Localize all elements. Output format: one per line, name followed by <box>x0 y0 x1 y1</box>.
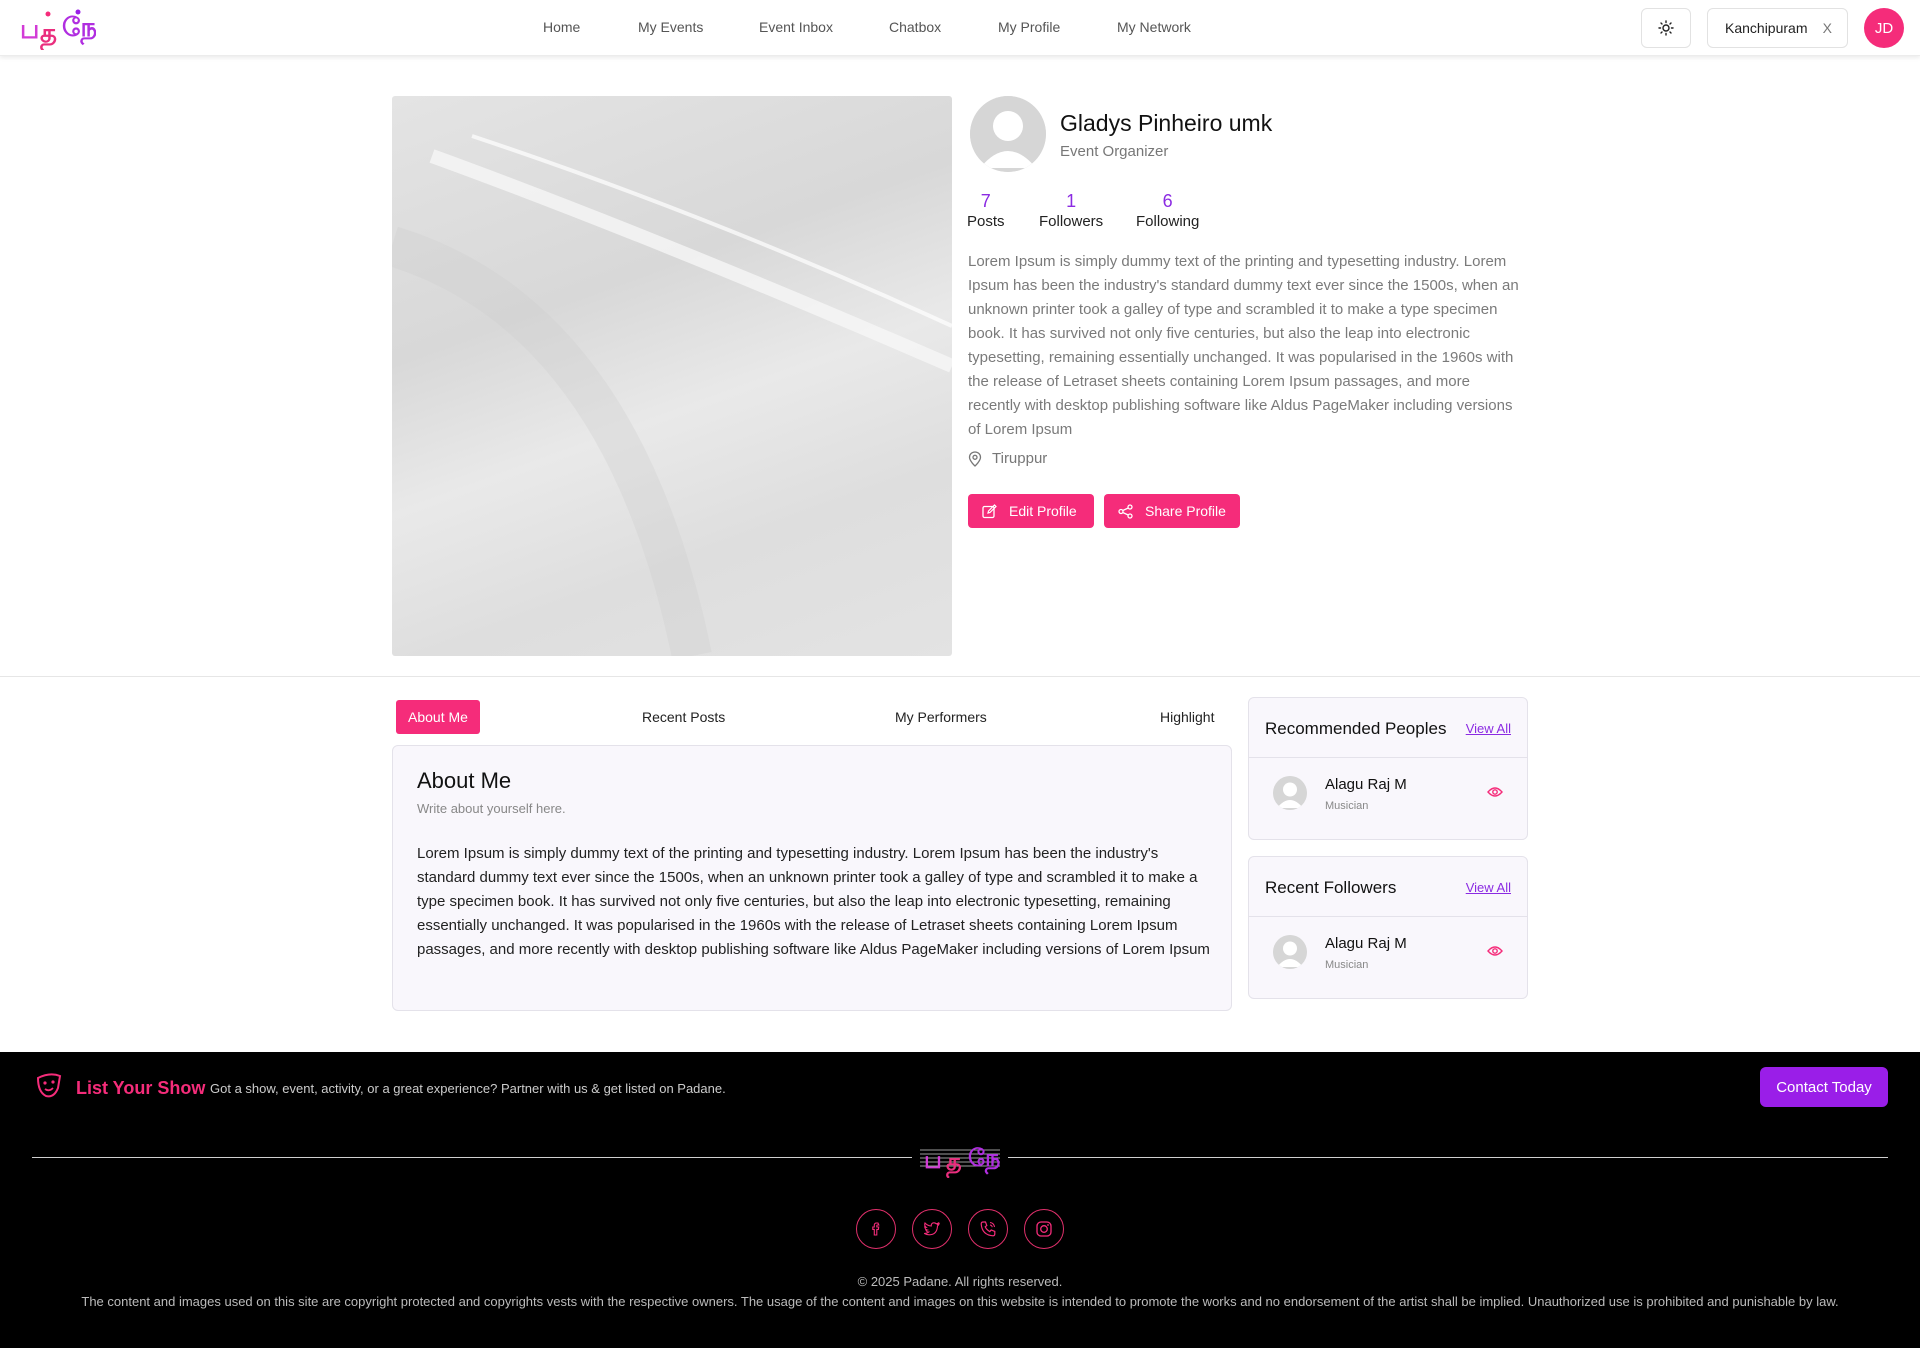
profile-location: Tiruppur <box>968 450 1047 467</box>
main-nav: Home My Events Event Inbox Chatbox My Pr… <box>0 0 1920 56</box>
person-role: Musician <box>1325 959 1369 971</box>
cover-image-art <box>392 134 952 656</box>
disclaimer-text: The content and images used on this site… <box>81 1294 1839 1309</box>
phone-link[interactable] <box>968 1209 1008 1249</box>
tab-about-me[interactable]: About Me <box>396 700 480 734</box>
nav-home[interactable]: Home <box>543 19 580 35</box>
svg-text:ப: ப <box>924 1146 942 1174</box>
profile-avatar <box>970 96 1046 172</box>
profile-role: Event Organizer <box>1060 143 1169 160</box>
phone-icon <box>980 1221 996 1237</box>
list-item[interactable]: Alagu Raj M Musician <box>1249 758 1527 838</box>
followers-view-all-link[interactable]: View All <box>1466 880 1511 895</box>
city-selector[interactable]: Kanchipuram X <box>1707 8 1848 48</box>
location-pin-icon <box>968 450 982 467</box>
profile-cover-image <box>392 96 952 656</box>
avatar <box>1273 776 1307 810</box>
copyright-text: © 2025 Padane. All rights reserved. <box>857 1274 1063 1289</box>
nav-chatbox[interactable]: Chatbox <box>889 19 941 35</box>
share-icon <box>1118 503 1133 519</box>
edit-profile-button[interactable]: Edit Profile <box>968 494 1094 528</box>
edit-icon <box>982 503 997 518</box>
person-role: Musician <box>1325 800 1369 812</box>
share-profile-label: Share Profile <box>1145 503 1226 519</box>
city-label: Kanchipuram <box>1725 20 1808 36</box>
svg-text:நே: நே <box>968 1144 1000 1175</box>
recommended-peoples-card: Recommended Peoples View All Alagu Raj M… <box>1248 697 1528 840</box>
about-subtitle: Write about yourself here. <box>417 801 566 816</box>
about-me-card: About Me Write about yourself here. Lore… <box>392 745 1232 1011</box>
footer-divider-left <box>32 1157 912 1158</box>
user-avatar-button[interactable]: JD <box>1864 8 1904 48</box>
instagram-icon <box>1036 1221 1052 1237</box>
recommended-title: Recommended Peoples <box>1265 719 1447 738</box>
tab-recent-posts[interactable]: Recent Posts <box>630 700 737 734</box>
top-navbar: ப த நே Home My Events Event Inbox Chatbo… <box>0 0 1920 56</box>
theater-masks-icon <box>36 1073 62 1098</box>
stat-posts-label: Posts <box>967 213 1005 230</box>
tab-highlight[interactable]: Highlight <box>1148 700 1226 734</box>
stat-following-value: 6 <box>1162 191 1173 211</box>
instagram-link[interactable] <box>1024 1209 1064 1249</box>
list-item[interactable]: Alagu Raj M Musician <box>1249 917 1527 997</box>
stat-following[interactable]: 6 Following <box>1136 190 1199 232</box>
recent-followers-card: Recent Followers View All Alagu Raj M Mu… <box>1248 856 1528 999</box>
footer-logo: ப த நே <box>920 1144 1000 1178</box>
user-silhouette-icon <box>1273 935 1307 969</box>
about-text: Lorem Ipsum is simply dummy text of the … <box>417 845 1210 958</box>
list-your-show-text: Got a show, event, activity, or a great … <box>210 1081 726 1096</box>
nav-my-profile[interactable]: My Profile <box>998 19 1060 35</box>
footer-divider-right <box>1008 1157 1888 1158</box>
person-name: Alagu Raj M <box>1325 935 1407 952</box>
city-clear-button[interactable]: X <box>1823 20 1832 36</box>
section-divider <box>0 676 1920 677</box>
theme-toggle-button[interactable] <box>1641 8 1691 48</box>
followers-header: Recent Followers View All <box>1249 857 1527 917</box>
twitter-link[interactable] <box>912 1209 952 1249</box>
user-silhouette-icon <box>970 96 1046 172</box>
list-your-show-title: List Your Show <box>76 1078 206 1098</box>
twitter-icon <box>923 1221 941 1236</box>
facebook-link[interactable] <box>856 1209 896 1249</box>
person-name: Alagu Raj M <box>1325 776 1407 793</box>
sun-icon <box>1658 20 1674 36</box>
stat-followers-value: 1 <box>1066 191 1077 211</box>
profile-name: Gladys Pinheiro umk <box>1060 110 1273 136</box>
nav-event-inbox[interactable]: Event Inbox <box>759 19 833 35</box>
recommended-view-all-link[interactable]: View All <box>1466 721 1511 736</box>
user-silhouette-icon <box>1273 776 1307 810</box>
recommended-header: Recommended Peoples View All <box>1249 698 1527 758</box>
site-footer: List Your Show Got a show, event, activi… <box>0 1052 1920 1348</box>
stat-followers-label: Followers <box>1039 213 1104 230</box>
profile-bio: Lorem Ipsum is simply dummy text of the … <box>968 253 1519 438</box>
stat-posts[interactable]: 7 Posts <box>967 190 1005 232</box>
svg-text:த: த <box>946 1148 962 1178</box>
stat-followers[interactable]: 1 Followers <box>1039 190 1103 232</box>
followers-title: Recent Followers <box>1265 878 1397 897</box>
nav-my-network[interactable]: My Network <box>1117 19 1191 35</box>
location-text: Tiruppur <box>992 450 1048 467</box>
stat-following-label: Following <box>1136 213 1200 230</box>
nav-my-events[interactable]: My Events <box>638 19 703 35</box>
edit-profile-label: Edit Profile <box>1009 503 1077 519</box>
facebook-icon <box>872 1222 880 1236</box>
contact-today-button[interactable]: Contact Today <box>1760 1067 1888 1107</box>
tab-my-performers[interactable]: My Performers <box>883 700 999 734</box>
eye-icon[interactable] <box>1487 786 1503 798</box>
avatar <box>1273 935 1307 969</box>
about-title: About Me <box>417 768 512 793</box>
eye-icon[interactable] <box>1487 945 1503 957</box>
share-profile-button[interactable]: Share Profile <box>1104 494 1240 528</box>
stat-posts-value: 7 <box>980 191 991 211</box>
